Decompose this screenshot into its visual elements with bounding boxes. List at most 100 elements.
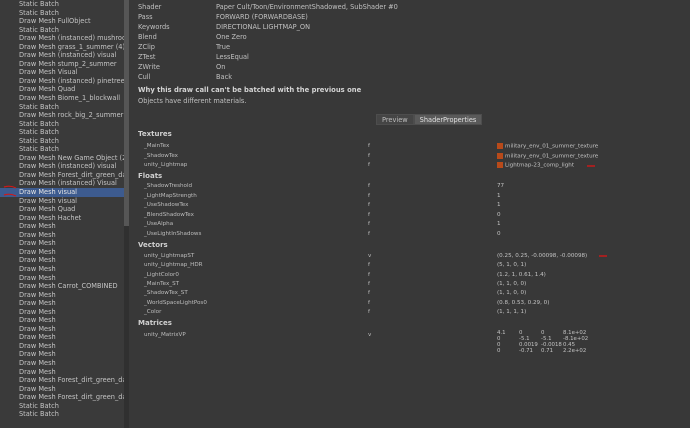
tab-preview[interactable]: Preview [376,114,414,125]
frame-event-item[interactable]: Draw Mesh FullObject [0,17,126,26]
frame-event-item[interactable]: Static Batch [0,26,126,35]
property-name: _UseLightInShadows [144,231,202,237]
property-value-text: 1 [497,221,501,228]
frame-event-item[interactable]: Draw Mesh [0,308,126,317]
property-type: f [368,271,370,278]
frame-event-item[interactable]: Draw Mesh [0,265,126,274]
detail-value: LessEqual [216,53,249,61]
property-type: f [368,221,370,228]
frame-event-item[interactable]: Draw Mesh [0,359,126,368]
frame-event-item[interactable]: Draw Mesh [0,231,126,240]
property-value-text: military_env_01_summer_texture [505,143,599,150]
red-annotation-mark [3,185,17,189]
property-type: f [368,162,370,168]
texture-icon [497,143,503,149]
property-name: _LightMapStrength [144,192,197,199]
detail-value: DIRECTIONAL LIGHTMAP_ON [216,23,311,31]
property-value-text: 0 [497,231,501,237]
red-annotation-mark [587,165,595,167]
frame-event-item[interactable]: Draw Mesh Hachet [0,214,126,223]
property-value: (0.25, 0.25, -0.00098, -0.00098) [497,253,587,259]
detail-label: ZClip [138,43,155,51]
frame-event-item[interactable]: Draw Mesh [0,274,126,283]
frame-event-item[interactable]: Draw Mesh Carrot_COMBINED [0,282,126,291]
frame-event-item[interactable]: Draw Mesh [0,342,126,351]
frame-event-item[interactable]: Draw Mesh visual [0,197,126,206]
frame-event-item[interactable]: Draw Mesh [0,239,126,248]
frame-event-item[interactable]: Draw Mesh Quad [0,205,126,214]
property-type: f [368,280,370,287]
frame-event-item[interactable]: Draw Mesh Biome_1_blockwall [0,94,126,103]
property-type: f [368,183,370,189]
frame-event-item[interactable]: Draw Mesh stump_2_summer [0,60,126,69]
frame-event-item[interactable]: Draw Mesh [0,316,126,325]
property-value: 1 [497,193,501,199]
frame-event-item[interactable]: Draw Mesh [0,222,126,231]
frame-event-item[interactable]: Draw Mesh [0,256,126,265]
property-name: _UseAlpha [144,221,174,228]
frame-list-scrollbar[interactable] [124,0,129,428]
frame-event-item[interactable]: Static Batch [0,128,126,137]
frame-event-item[interactable]: Static Batch [0,9,126,18]
property-name: unity_LightmapST [144,253,195,259]
frame-event-item[interactable]: Draw Mesh [0,291,126,300]
red-annotation-mark [3,193,17,197]
frame-event-item[interactable]: Draw Mesh (instanced) visual [0,51,126,60]
frame-event-item[interactable]: Static Batch [0,120,126,129]
detail-value: One Zero [216,33,247,41]
frame-event-item[interactable]: Draw Mesh (instanced) mushroom_ [0,34,126,43]
frame-event-item[interactable]: Draw Mesh [0,385,126,394]
frame-event-item[interactable]: Static Batch [0,402,126,411]
frame-event-item[interactable]: Draw Mesh [0,333,126,342]
property-type: f [368,299,370,306]
section-matrices-title: Matrices [138,319,172,327]
frame-event-item[interactable]: Static Batch [0,145,126,154]
detail-value: True [216,43,231,51]
frame-event-item[interactable]: Draw Mesh (instanced) visual [0,162,126,171]
property-name: _LightColor0 [144,271,179,278]
texture-icon [497,162,503,168]
property-value: military_env_01_summer_texture [497,143,598,150]
frame-event-item[interactable]: Draw Mesh New Game Object (2) [0,154,126,163]
frame-event-item[interactable]: Draw Mesh Forest_dirt_green_dark [0,393,126,402]
property-name: _ShadowTreshold [144,183,193,189]
frame-event-item[interactable]: Static Batch [0,410,126,419]
property-value: (5, 1, 0, 1) [497,262,526,268]
frame-event-item[interactable]: Draw Mesh grass_1_summer (4) [0,43,126,52]
property-value: 77 [497,183,504,189]
matrix-row: 0 -0.71 0.71 2.2e+02 [497,348,603,354]
frame-event-item[interactable]: Draw Mesh visual [0,188,126,197]
batch-break-reason: Objects have different materials. [138,97,247,105]
frame-event-item[interactable]: Draw Mesh rock_big_2_summer (6 [0,111,126,120]
frame-event-item[interactable]: Draw Mesh [0,368,126,377]
frame-event-item[interactable]: Draw Mesh Visual [0,68,126,77]
tab-shader-properties[interactable]: ShaderProperties [413,114,483,125]
frame-event-item[interactable]: Static Batch [0,137,126,146]
property-value-text: (0.25, 0.25, -0.00098, -0.00098) [497,253,588,259]
frame-event-item[interactable]: Draw Mesh [0,325,126,334]
property-type: f [368,143,370,149]
detail-label: Shader [138,3,162,11]
property-type: f [368,152,370,159]
property-type: f [368,202,370,209]
frame-event-item[interactable]: Draw Mesh [0,350,126,359]
property-name: _WorldSpaceLightPos0 [144,299,207,306]
frame-event-item[interactable]: Static Batch [0,103,126,112]
property-value-text: (5, 1, 0, 1) [497,262,527,269]
frame-event-item[interactable]: Draw Mesh (instanced) Visual [0,179,126,188]
frame-event-item[interactable]: Draw Mesh [0,299,126,308]
property-value-text: (1, 1, 1, 1) [497,308,527,315]
frame-event-item[interactable]: Draw Mesh Forest_dirt_green_dark [0,171,126,180]
frame-event-item[interactable]: Draw Mesh (instanced) pinetree_1_ [0,77,126,86]
property-value-text: 77 [497,183,505,189]
scrollbar-thumb[interactable] [124,0,129,226]
frame-event-item[interactable]: Static Batch [0,0,126,9]
property-name: _MainTex [144,143,170,149]
frame-event-item[interactable]: Draw Mesh [0,248,126,257]
property-name: _ShadowTex_ST [144,290,188,297]
frame-event-list[interactable]: Static Batch Static Batch Draw Mesh FullOb… [0,0,127,428]
property-type: f [368,231,370,237]
property-type: f [368,290,370,297]
frame-event-item[interactable]: Draw Mesh Quad [0,85,126,94]
frame-event-item[interactable]: Draw Mesh Forest_dirt_green_dark [0,376,126,385]
